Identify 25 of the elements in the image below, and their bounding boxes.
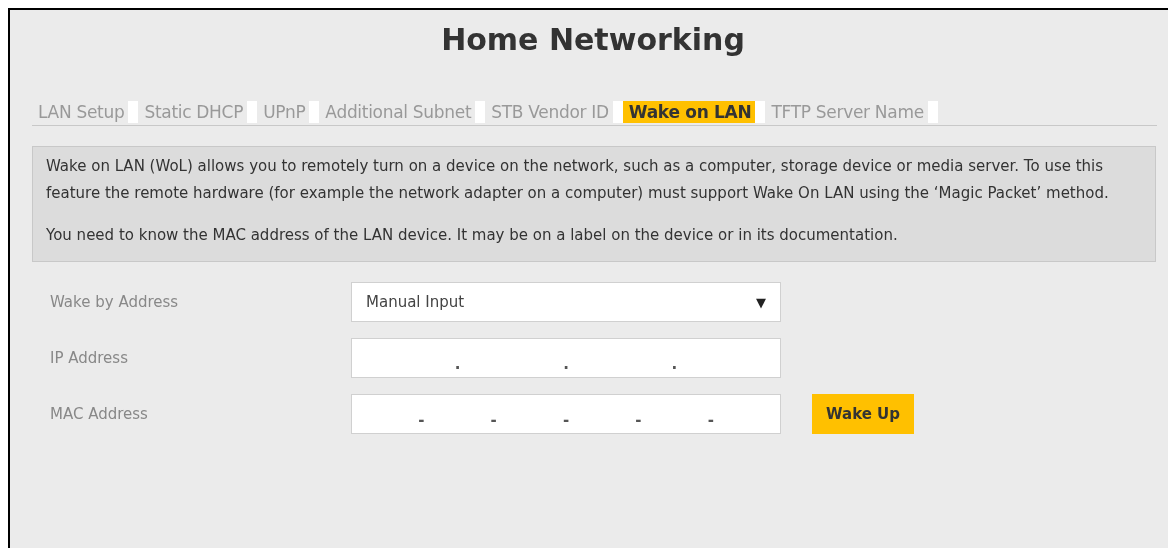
- field-label: MAC Address: [49, 405, 149, 423]
- tab[interactable]: UPnP: [257, 101, 320, 123]
- tab[interactable]: Additional Subnet: [319, 101, 486, 123]
- tab[interactable]: Static DHCP: [138, 101, 258, 123]
- description-text: You need to know the MAC address of the LAN device. It may be on a label on the device or in its documentation.: [46, 225, 899, 246]
- caret-icon: ▼: [756, 294, 766, 310]
- separator: -: [562, 410, 570, 429]
- page-title: Home Networking: [440, 21, 746, 57]
- tab[interactable]: TFTP Server Name: [765, 101, 938, 123]
- separator: .: [563, 354, 569, 373]
- wake-by-address-dropdown[interactable]: Manual Input ▼: [351, 282, 781, 322]
- separator: .: [454, 354, 461, 373]
- separator: -: [490, 410, 497, 429]
- address-field[interactable]: . . .: [351, 338, 781, 378]
- separator: -: [707, 410, 714, 429]
- field-label: IP Address: [49, 349, 129, 367]
- tab[interactable]: Wake on LAN: [622, 101, 766, 123]
- field-label: Wake by Address: [49, 293, 180, 311]
- separator: -: [635, 410, 642, 429]
- separator: .: [671, 354, 678, 373]
- address-field[interactable]: - - - - -: [351, 394, 781, 434]
- wake-up-button[interactable]: Wake Up: [812, 394, 915, 434]
- description-text: Wake on LAN (WoL) allows you to remotely turn on a device on the network, such as a computer, storage device or media server. To use this feature the remote hardware (for example the network adapter on a computer) must support Wake On LAN using the ‘Magic Packet’ method.: [46, 156, 1110, 204]
- tab[interactable]: LAN Setup: [32, 101, 139, 123]
- separator: -: [418, 410, 425, 429]
